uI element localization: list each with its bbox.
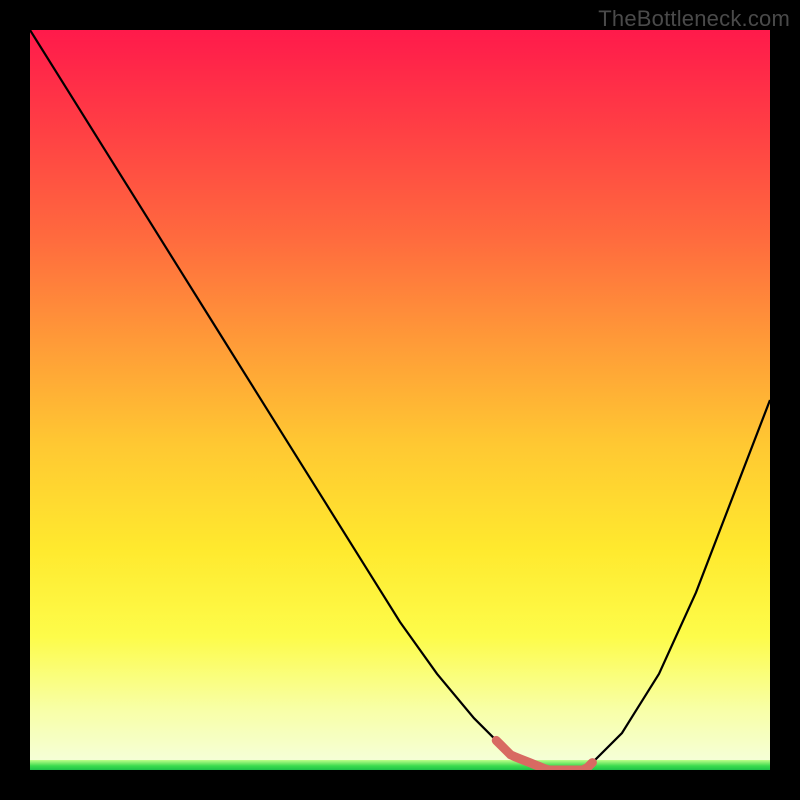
highlight-segment <box>30 30 770 770</box>
chart-frame: TheBottleneck.com <box>0 0 800 800</box>
watermark-text: TheBottleneck.com <box>598 6 790 32</box>
plot-area <box>30 30 770 770</box>
